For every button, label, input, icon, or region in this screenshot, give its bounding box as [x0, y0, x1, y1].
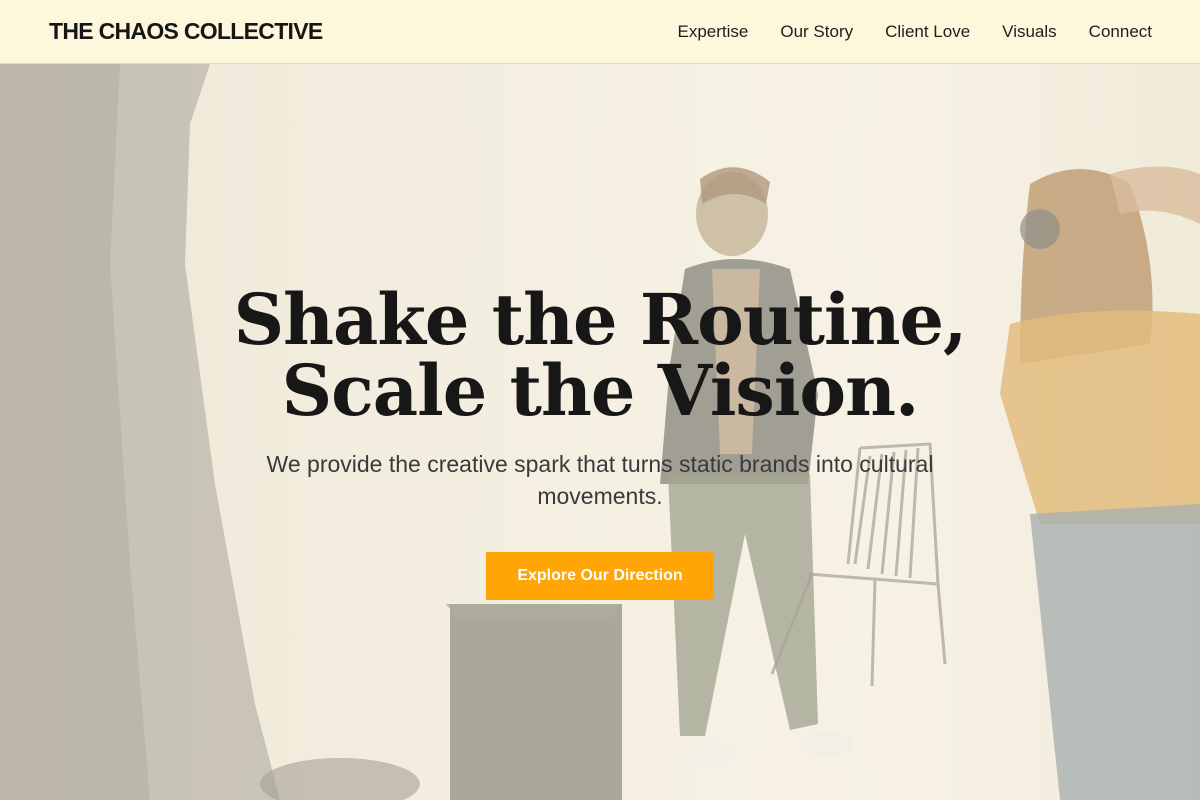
hero-content: Shake the Routine, Scale the Vision. We …: [0, 64, 1200, 800]
nav-link-expertise[interactable]: Expertise: [677, 22, 748, 42]
brand-logo[interactable]: THE CHAOS COLLECTIVE: [49, 18, 323, 45]
nav-link-connect[interactable]: Connect: [1089, 22, 1152, 42]
explore-direction-button[interactable]: Explore Our Direction: [486, 552, 714, 600]
main-nav: Expertise Our Story Client Love Visuals …: [677, 22, 1152, 42]
hero-headline: Shake the Routine, Scale the Vision.: [233, 278, 968, 432]
hero-subheadline: We provide the creative spark that turns…: [266, 451, 934, 509]
nav-link-our-story[interactable]: Our Story: [780, 22, 853, 42]
nav-link-client-love[interactable]: Client Love: [885, 22, 970, 42]
nav-link-visuals[interactable]: Visuals: [1002, 22, 1057, 42]
site-header: THE CHAOS COLLECTIVE Expertise Our Story…: [0, 0, 1200, 64]
